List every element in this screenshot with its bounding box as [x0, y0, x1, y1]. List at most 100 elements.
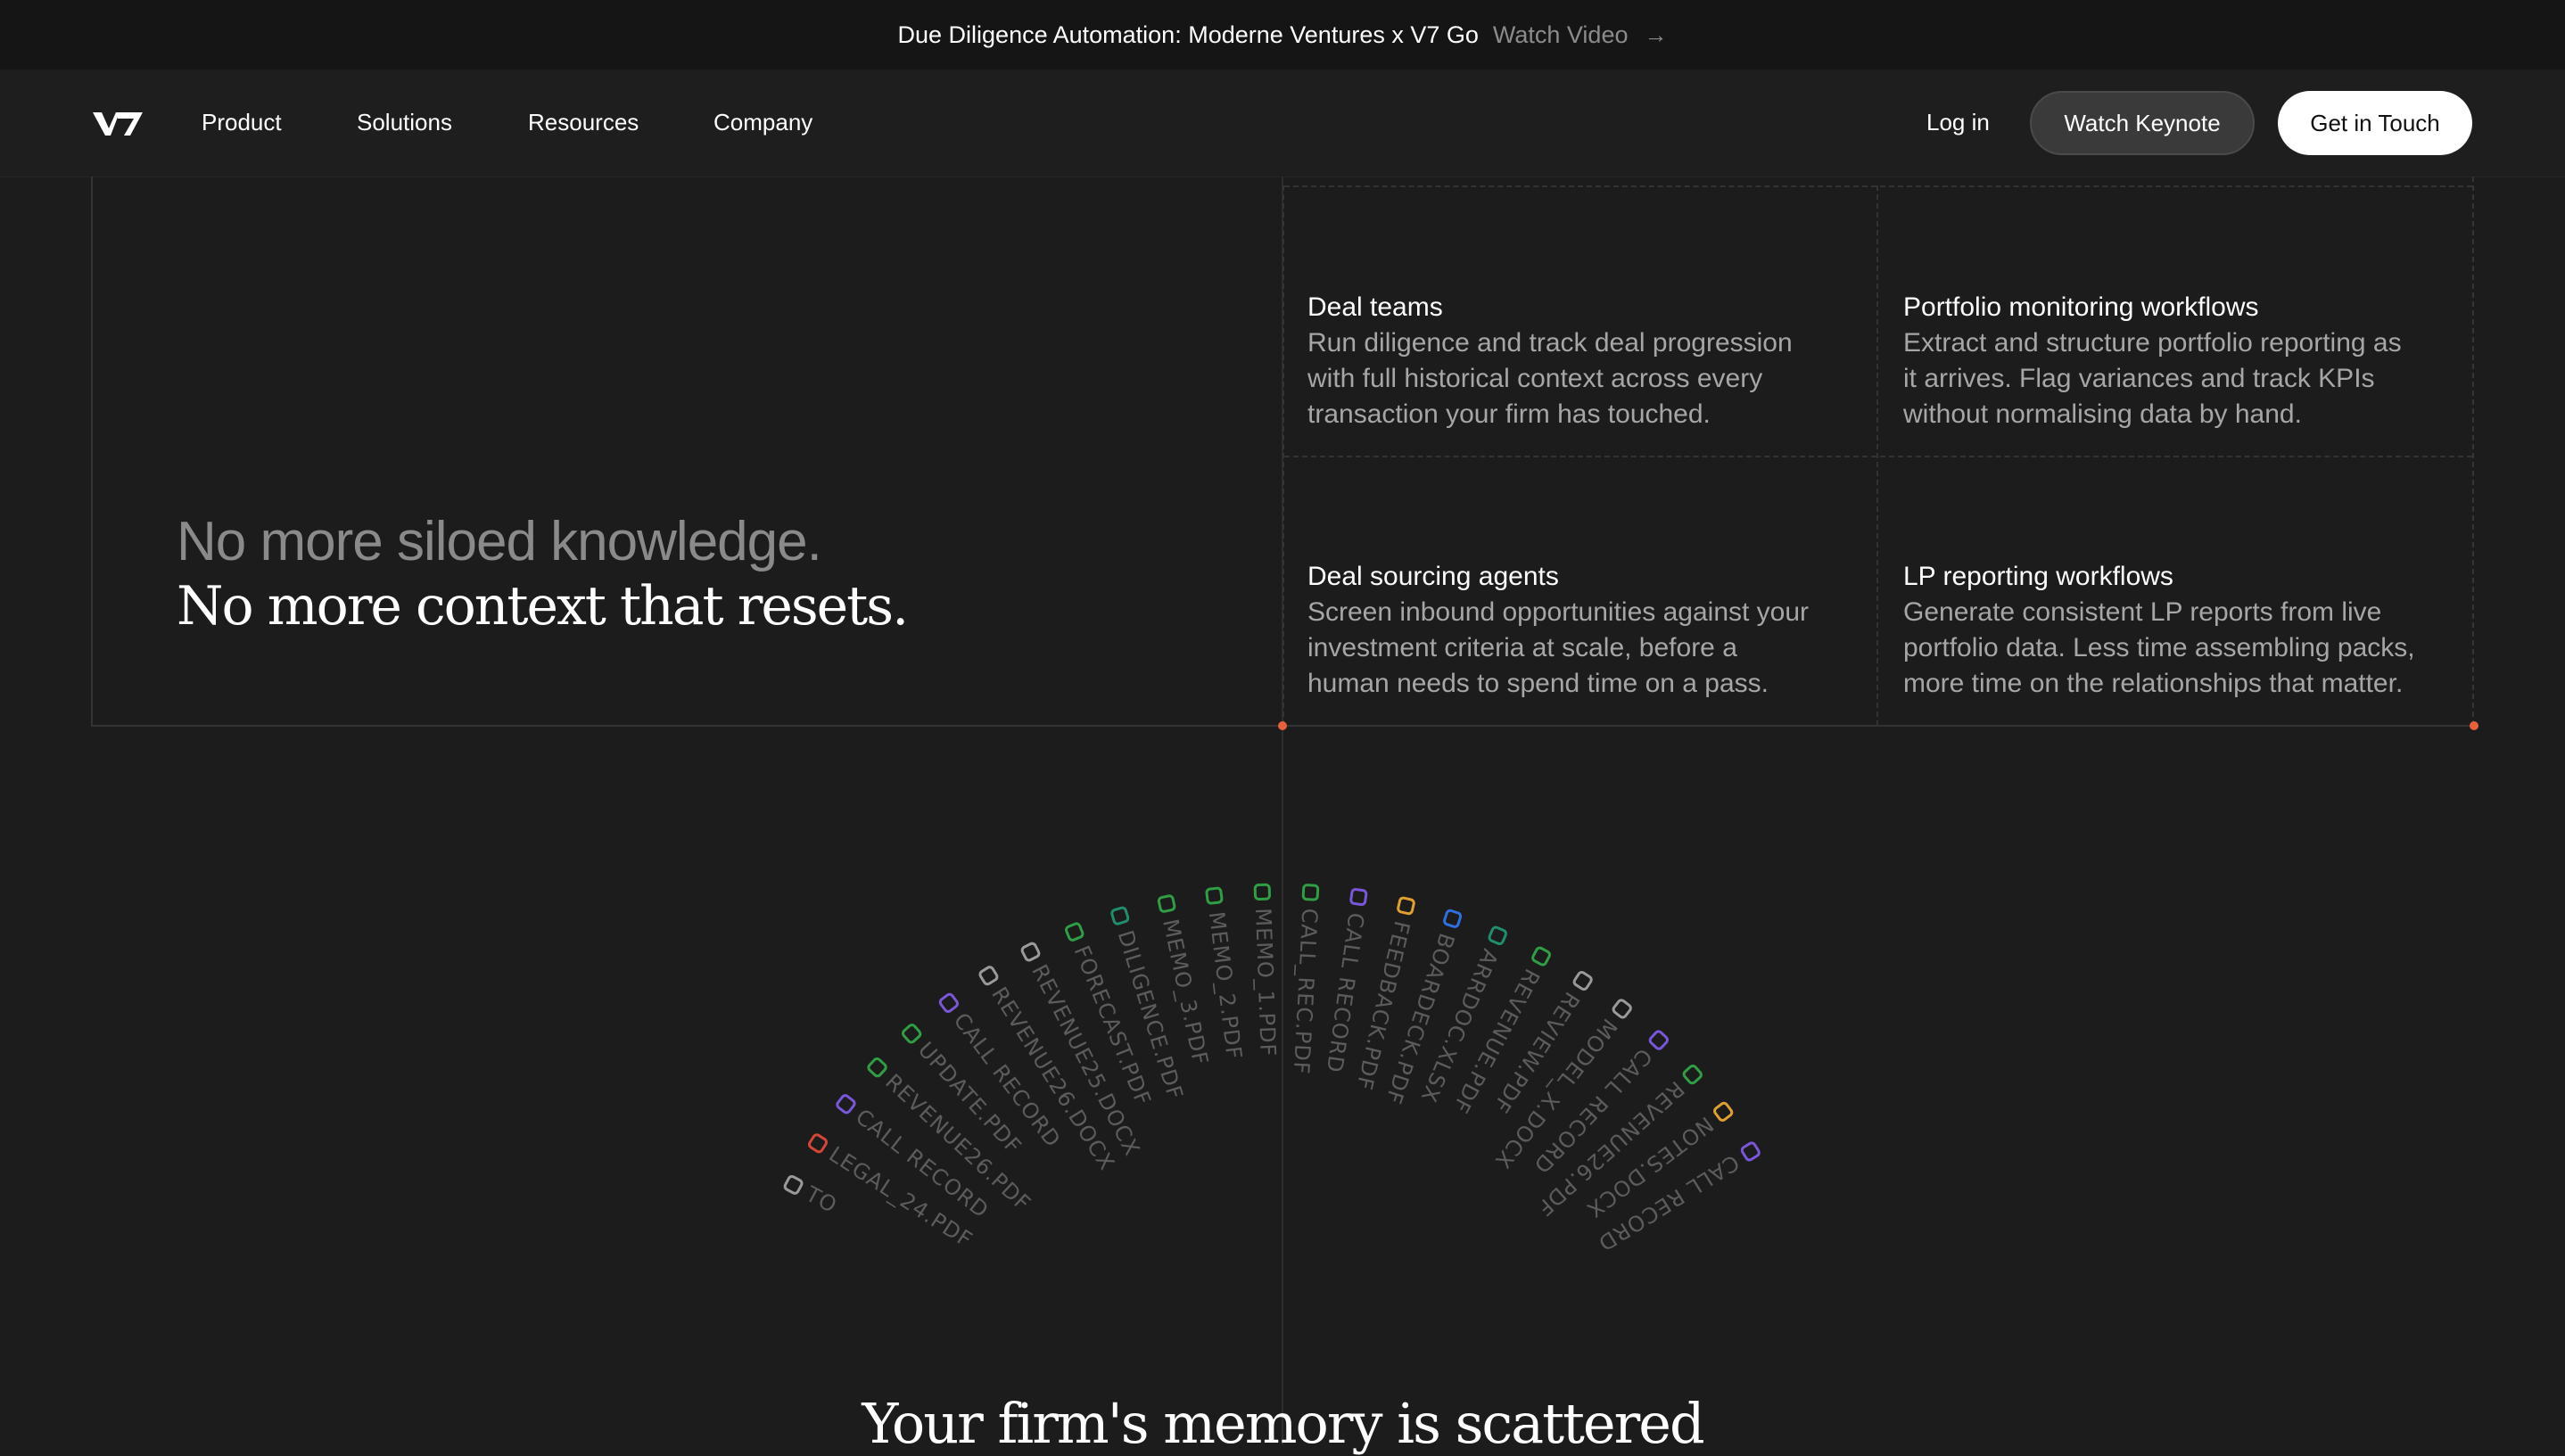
file-item: CALL RECORD	[1593, 1141, 1761, 1256]
top-nav: Product Solutions Resources Company Log …	[0, 70, 2565, 177]
file-item: REVENUE26.PDF	[867, 1057, 1035, 1216]
section-title: Your firm's memory is scattered	[862, 1391, 1704, 1456]
sheets-icon	[1488, 925, 1507, 946]
announcement-text: Due Diligence Automation: Moderne Ventur…	[897, 21, 1479, 48]
drive-icon	[867, 1057, 887, 1078]
doc-icon	[978, 966, 999, 986]
slack-icon	[1397, 896, 1415, 916]
file-label: ARRDOC.XLSX	[1415, 945, 1503, 1106]
drive-icon	[1157, 894, 1176, 913]
file-label: REVENUE25.DOCX	[1027, 960, 1144, 1160]
slack-icon	[1713, 1101, 1734, 1122]
watch-video-label: Watch Video	[1492, 21, 1629, 48]
call-icon	[1740, 1141, 1761, 1162]
file-item: MEMO_1.PDF	[1250, 883, 1281, 1057]
file-label: REVENUE26.PDF	[880, 1069, 1035, 1216]
nav-company[interactable]: Company	[713, 109, 812, 136]
v7-logo-icon	[93, 112, 143, 136]
file-label: REVIEW.PDF	[1488, 987, 1584, 1117]
file-label: REVENUE.PDF	[1447, 965, 1545, 1118]
file-item: LEGAL_24.PDF	[807, 1133, 977, 1253]
nav-solutions[interactable]: Solutions	[357, 109, 452, 136]
nav-resources[interactable]: Resources	[528, 109, 639, 136]
card-title: Deal teams	[1307, 292, 1443, 322]
doc-icon	[1612, 999, 1632, 1019]
file-label: LEGAL_24.PDF	[824, 1141, 977, 1253]
file-item: MEMO_2.PDF	[1204, 886, 1247, 1061]
file-item: FORECAST.PDF	[1065, 922, 1156, 1109]
file-label: BOARDECK.PDF	[1381, 930, 1459, 1107]
file-label: CALL RECORD	[949, 1008, 1066, 1153]
file-item: FEEDBACK.PDF	[1351, 896, 1415, 1093]
file-item: REVENUE26.DOCX	[978, 966, 1119, 1175]
file-item: REVIEW.PDF	[1488, 970, 1593, 1117]
accent-dot-left	[1278, 721, 1287, 730]
nav-product[interactable]: Product	[202, 109, 282, 136]
drive-icon	[1682, 1064, 1703, 1085]
file-label: CALL RECORD	[1322, 911, 1369, 1074]
card-title: Deal sourcing agents	[1307, 562, 1559, 591]
card-desc-line: Extract and structure portfolio reportin…	[1903, 328, 2402, 358]
watch-video-link[interactable]: Watch Video →	[1493, 21, 1668, 49]
card-deal-teams: Deal teams Run diligence and track deal …	[1307, 290, 1852, 432]
file-item: BOARDECK.PDF	[1381, 909, 1463, 1107]
hero-headline: No more siloed knowledge. No more contex…	[177, 510, 909, 638]
file-label: MEMO_3.PDF	[1158, 917, 1213, 1067]
file-item: CALL RECORD	[836, 1094, 994, 1223]
accent-dot-right	[2470, 721, 2478, 730]
file-label: FEEDBACK.PDF	[1351, 918, 1414, 1092]
file-item: CALL RECORD	[1322, 888, 1369, 1074]
drive-icon	[1253, 883, 1271, 901]
file-item: DILIGENCE.PDF	[1110, 906, 1188, 1103]
file-item: CALL RECORD	[1529, 1030, 1669, 1179]
drive-icon	[1205, 886, 1224, 905]
sheets-icon	[1110, 906, 1130, 925]
frame-right-border	[2472, 177, 2474, 726]
dropbox-icon	[1443, 909, 1463, 928]
file-label: NOTES.DOCX	[1581, 1112, 1718, 1223]
doc-icon	[783, 1175, 804, 1195]
file-item: TO	[783, 1175, 841, 1219]
file-item: UPDATE.PDF	[901, 1024, 1027, 1159]
login-link[interactable]: Log in	[1926, 109, 1990, 136]
announcement-bar[interactable]: Due Diligence Automation: Moderne Ventur…	[0, 0, 2565, 70]
grid-divider-top	[1284, 185, 2472, 187]
call-icon	[938, 992, 959, 1013]
card-desc-line: investment criteria at scale, before a	[1307, 633, 1737, 662]
get-in-touch-button[interactable]: Get in Touch	[2278, 91, 2472, 155]
gmail-icon	[807, 1133, 829, 1154]
card-lp-reporting: LP reporting workflows Generate consiste…	[1903, 559, 2447, 702]
v7-logo[interactable]	[91, 109, 144, 139]
card-title: LP reporting workflows	[1903, 562, 2173, 591]
file-item: REVENUE25.DOCX	[1020, 942, 1145, 1160]
file-label: CALL_REC.PDF	[1289, 908, 1323, 1075]
card-desc-line: with full historical context across ever…	[1307, 364, 1763, 393]
file-item: ARRDOC.XLSX	[1415, 925, 1507, 1106]
card-desc-line: it arrives. Flag variances and track KPI…	[1903, 364, 2375, 393]
card-desc-line: Screen inbound opportunities against you…	[1307, 597, 1810, 627]
call-icon	[1648, 1030, 1669, 1050]
drive-icon	[1301, 884, 1320, 901]
file-label: CALL RECORD	[1593, 1149, 1744, 1256]
drive-icon	[1531, 946, 1551, 967]
drive-icon	[1065, 922, 1085, 942]
file-label: MEMO_2.PDF	[1204, 910, 1247, 1061]
watch-keynote-button[interactable]: Watch Keynote	[2030, 91, 2255, 155]
file-label: CALL RECORD	[1529, 1043, 1657, 1179]
file-label: TO	[801, 1181, 841, 1219]
card-deal-sourcing: Deal sourcing agents Screen inbound oppo…	[1307, 559, 1852, 702]
frame-left-border	[91, 177, 93, 726]
file-label: MODEL_X.DOCX	[1489, 1014, 1621, 1173]
file-item: REVENUE26.PDF	[1531, 1064, 1703, 1221]
file-item: MODEL_X.DOCX	[1489, 999, 1632, 1173]
card-portfolio-monitoring: Portfolio monitoring workflows Extract a…	[1903, 290, 2447, 432]
drive-icon	[901, 1024, 922, 1044]
file-label: UPDATE.PDF	[913, 1037, 1027, 1159]
file-item: CALL_REC.PDF	[1289, 884, 1323, 1075]
card-desc-line: more time on the relationships that matt…	[1903, 669, 2404, 698]
file-label: REVENUE26.DOCX	[986, 983, 1119, 1175]
card-title: Portfolio monitoring workflows	[1903, 292, 2259, 322]
call-icon	[836, 1094, 856, 1115]
grid-divider-center	[1284, 456, 2472, 457]
file-label: MEMO_1.PDF	[1250, 908, 1281, 1057]
